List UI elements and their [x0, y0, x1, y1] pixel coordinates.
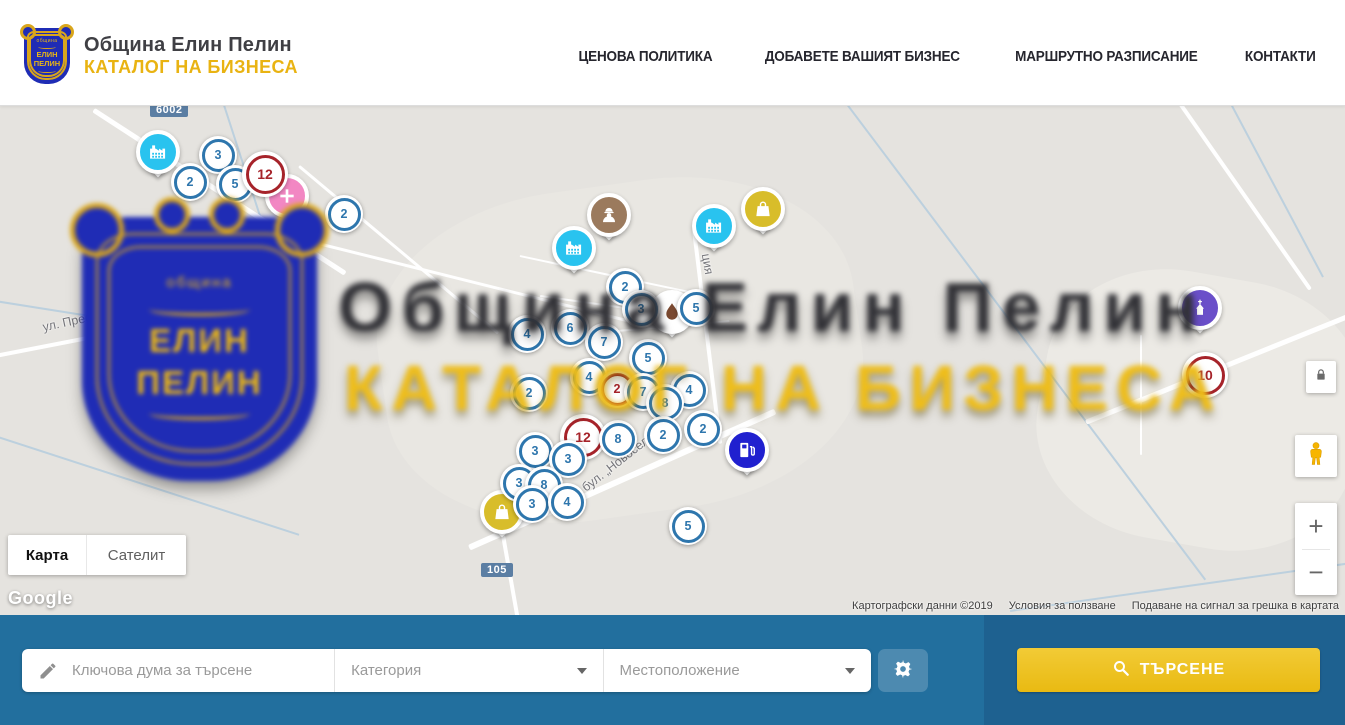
- pegman-icon: [1302, 440, 1330, 473]
- map-markers-layer: 325122235647542274812822333834510: [0, 105, 1345, 615]
- map-copyright: Картографски данни ©2019: [852, 600, 993, 612]
- crest-name-1: ЕЛИН: [36, 50, 57, 59]
- factory-icon: [148, 142, 168, 162]
- map-cluster[interactable]: 2: [171, 163, 209, 201]
- map-pin-bag[interactable]: [741, 187, 785, 245]
- map-cluster[interactable]: 2: [325, 195, 363, 233]
- map-pin-factory[interactable]: [552, 226, 596, 284]
- lock-icon: [1313, 367, 1329, 388]
- main-nav: ЦЕНОВА ПОЛИТИКА ДОБАВЕТЕ ВАШИЯТ БИЗНЕС М…: [571, 48, 1320, 65]
- search-bar: Категория Местоположение ТЪРСЕНЕ: [0, 615, 1345, 725]
- chevron-down-icon: [845, 668, 855, 674]
- map-cluster[interactable]: 2: [510, 374, 548, 412]
- worker-icon: [599, 205, 619, 225]
- municipality-crest-logo: община ЕЛИН ПЕЛИН: [24, 28, 70, 84]
- cluster-count: 4: [511, 318, 544, 351]
- keyword-field: [22, 649, 334, 692]
- cluster-count: 5: [672, 510, 705, 543]
- page: община ЕЛИН ПЕЛИН Община Елин Пелин КАТА…: [0, 0, 1345, 725]
- map-cluster[interactable]: 4: [548, 483, 586, 521]
- site-title: Община Елин Пелин: [84, 34, 298, 57]
- cluster-count: 6: [554, 312, 587, 345]
- keyword-search-input[interactable]: [70, 661, 334, 680]
- map-cluster[interactable]: 5: [629, 339, 667, 377]
- map-cluster[interactable]: 2: [644, 416, 682, 454]
- search-icon: [1112, 659, 1130, 682]
- pencil-icon: [38, 661, 58, 681]
- maptype-control: Карта Сателит: [8, 535, 186, 575]
- cluster-count: 10: [1186, 356, 1225, 395]
- zoom-control: + −: [1295, 503, 1337, 595]
- factory-icon: [564, 238, 584, 258]
- location-select-label: Местоположение: [620, 662, 740, 679]
- lock-button[interactable]: [1306, 361, 1336, 393]
- nav-item-contacts[interactable]: КОНТАКТИ: [1245, 48, 1316, 65]
- zoom-out-button[interactable]: −: [1295, 550, 1337, 596]
- cluster-count: 5: [632, 342, 665, 375]
- category-select-label: Категория: [351, 662, 421, 679]
- cluster-count: 2: [513, 377, 546, 410]
- map-cluster[interactable]: 3: [622, 290, 660, 328]
- cluster-count: 4: [551, 486, 584, 519]
- location-select[interactable]: Местоположение: [603, 649, 871, 692]
- map-cluster[interactable]: 5: [677, 289, 715, 327]
- map-cluster[interactable]: 2: [684, 410, 722, 448]
- factory-icon: [704, 216, 724, 236]
- cluster-count: 12: [246, 155, 285, 194]
- map-cluster[interactable]: 12: [242, 151, 288, 197]
- map-pin-fuel[interactable]: [725, 428, 769, 486]
- cluster-count: 2: [687, 413, 720, 446]
- search-button-label: ТЪРСЕНЕ: [1140, 661, 1225, 679]
- cluster-count: 2: [328, 198, 361, 231]
- crest-top-text: община: [36, 38, 57, 44]
- map-cluster[interactable]: 4: [508, 315, 546, 353]
- maptype-satellite-button[interactable]: Сателит: [86, 535, 186, 575]
- brand[interactable]: община ЕЛИН ПЕЛИН Община Елин Пелин КАТА…: [24, 28, 298, 84]
- map-cluster[interactable]: 10: [1182, 352, 1228, 398]
- search-fields-group: Категория Местоположение: [22, 649, 871, 692]
- site-subtitle: КАТАЛОГ НА БИЗНЕСА: [84, 57, 298, 78]
- map-pin-church[interactable]: [1178, 286, 1222, 344]
- cluster-count: 7: [588, 326, 621, 359]
- maptype-map-button[interactable]: Карта: [8, 535, 86, 575]
- pegman-control[interactable]: [1295, 435, 1337, 477]
- crest-name-2: ПЕЛИН: [34, 59, 60, 68]
- category-select[interactable]: Категория: [334, 649, 602, 692]
- map-attribution: Картографски данни ©2019 Условия за полз…: [852, 600, 1339, 612]
- map-pin-factory[interactable]: [692, 204, 736, 262]
- cluster-count: 2: [647, 419, 680, 452]
- nav-item-add-business[interactable]: ДОБАВЕТЕ ВАШИЯТ БИЗНЕС: [765, 48, 960, 65]
- church-icon: [1190, 298, 1210, 318]
- map-cluster[interactable]: 5: [669, 507, 707, 545]
- map-cluster[interactable]: 3: [513, 485, 551, 523]
- zoom-in-button[interactable]: +: [1295, 503, 1337, 549]
- fuel-icon: [737, 440, 757, 460]
- bag-icon: [492, 502, 512, 522]
- report-error-link[interactable]: Подаване на сигнал за грешка в картата: [1132, 600, 1339, 612]
- cluster-count: 3: [516, 488, 549, 521]
- nav-item-route-schedule[interactable]: МАРШРУТНО РАЗПИСАНИЕ: [1015, 48, 1197, 65]
- cluster-count: 3: [519, 435, 552, 468]
- advanced-options-button[interactable]: [878, 649, 928, 692]
- map-cluster[interactable]: 7: [585, 323, 623, 361]
- bag-icon: [753, 199, 773, 219]
- map-cluster[interactable]: 8: [599, 420, 637, 458]
- google-logo[interactable]: Google: [8, 588, 73, 609]
- search-button[interactable]: ТЪРСЕНЕ: [1017, 648, 1320, 692]
- cluster-count: 3: [625, 293, 658, 326]
- cluster-count: 8: [649, 387, 682, 420]
- map-canvas[interactable]: 6002105ул. Преславбул. „Новоселция 32512…: [0, 105, 1345, 615]
- chevron-down-icon: [577, 668, 587, 674]
- gear-icon: [892, 658, 914, 683]
- cluster-count: 2: [174, 166, 207, 199]
- header: община ЕЛИН ПЕЛИН Община Елин Пелин КАТА…: [0, 0, 1345, 106]
- cluster-count: 8: [602, 423, 635, 456]
- terms-link[interactable]: Условия за ползване: [1009, 600, 1116, 612]
- nav-item-pricing[interactable]: ЦЕНОВА ПОЛИТИКА: [579, 48, 713, 65]
- map-cluster[interactable]: 6: [551, 309, 589, 347]
- cluster-count: 5: [680, 292, 713, 325]
